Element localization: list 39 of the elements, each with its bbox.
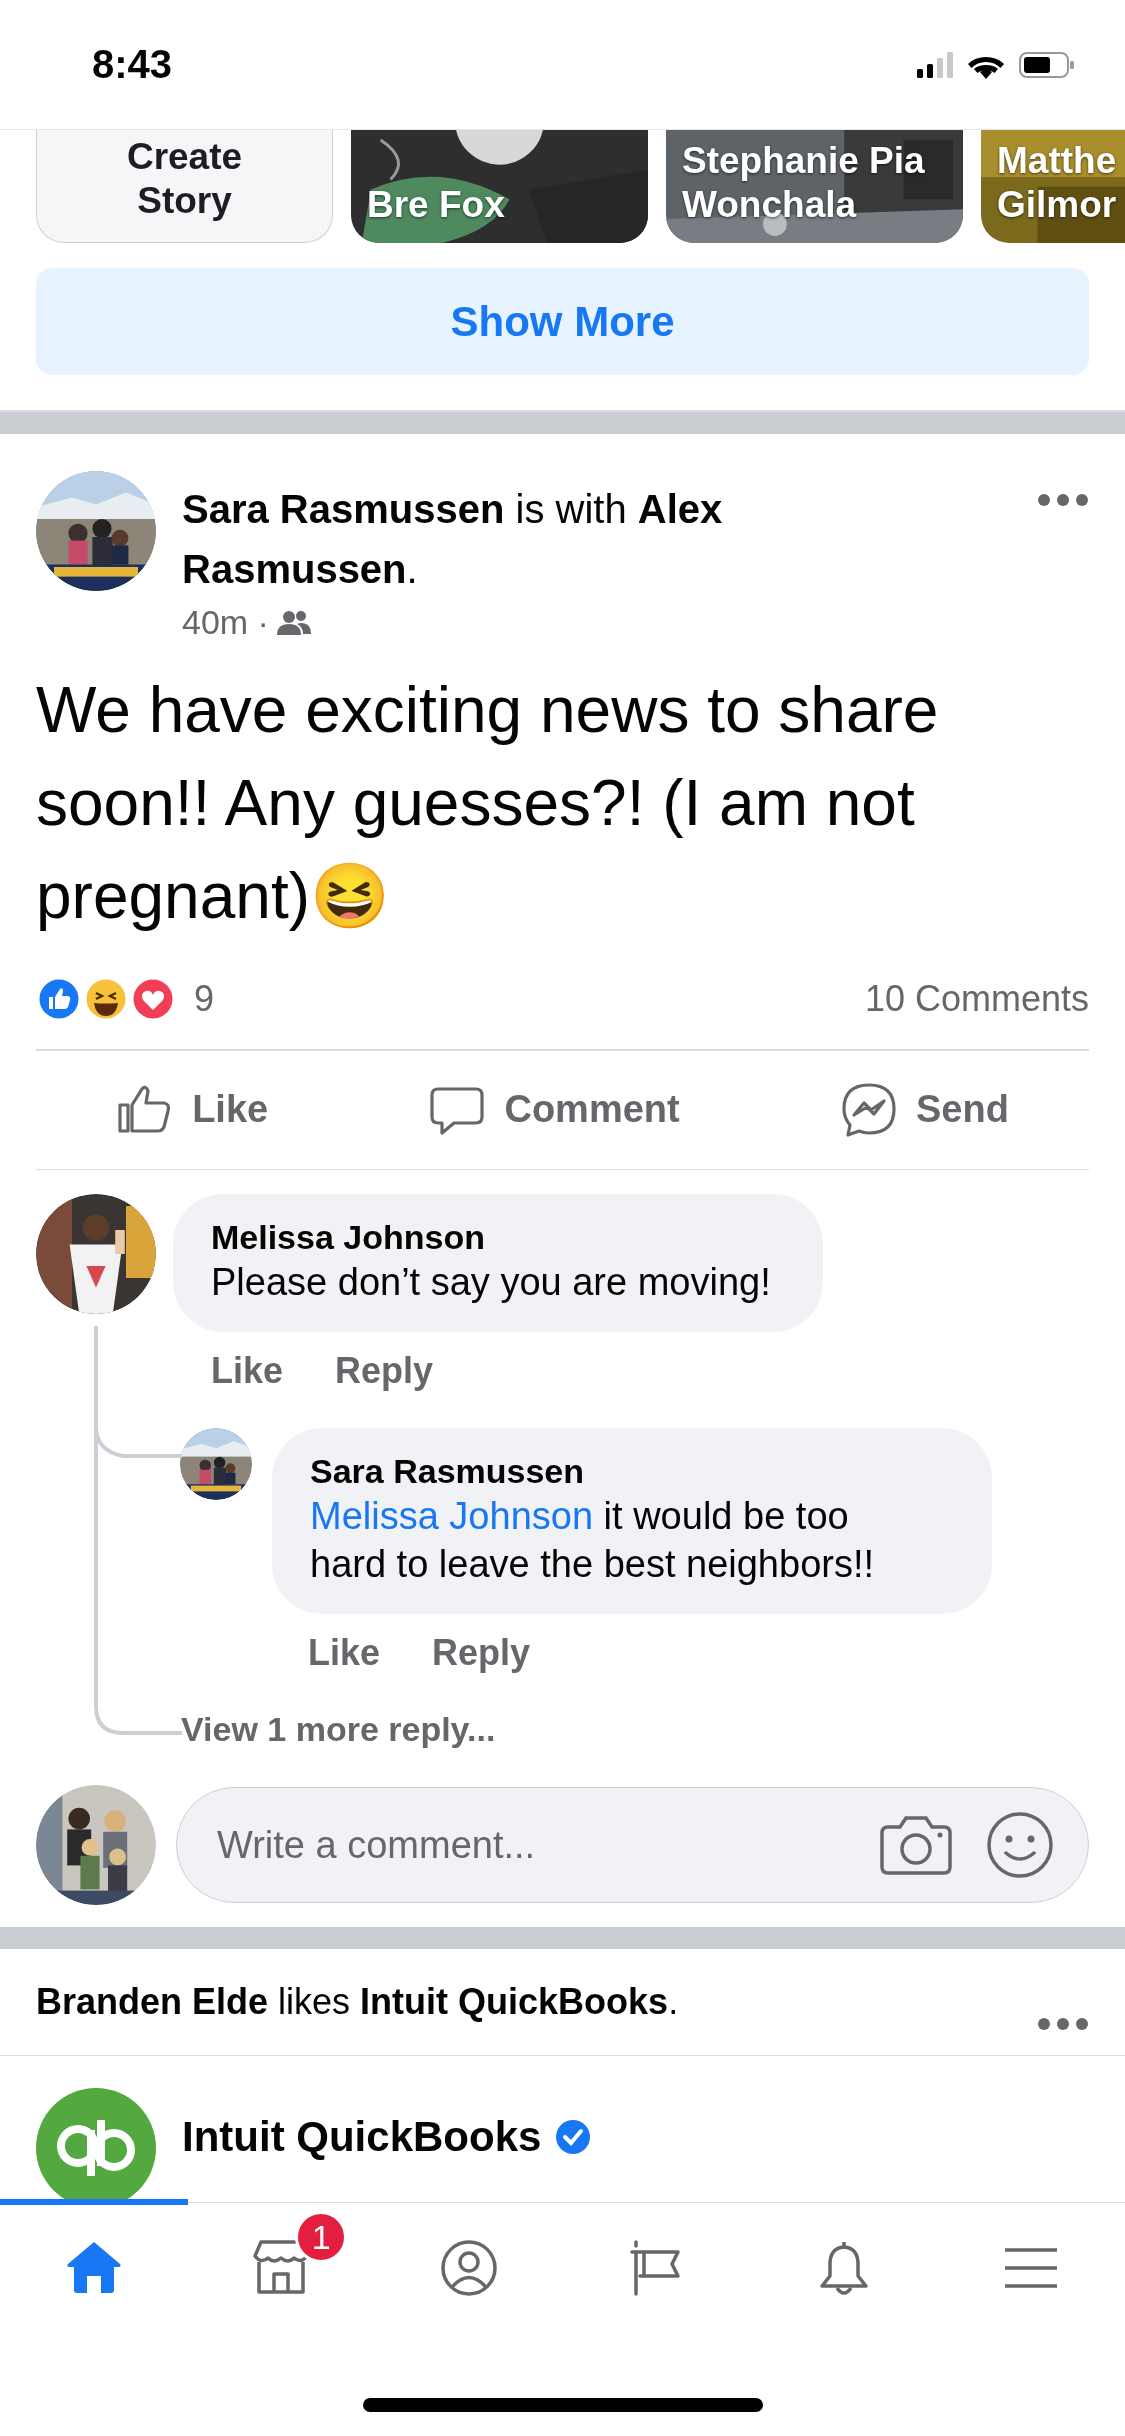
camera-icon[interactable]	[880, 1815, 952, 1875]
mention-link[interactable]: Melissa Johnson	[310, 1495, 594, 1537]
comment-box[interactable]: Write a comment...	[176, 1787, 1089, 1903]
story-card[interactable]: Matthe Gilmor	[981, 130, 1125, 243]
comment-author: Sara Rasmussen	[310, 1451, 586, 1492]
page-logo-icon	[36, 2088, 156, 2202]
post-headline: Sara Rasmussen is with Alex Rasmussen.	[182, 486, 724, 593]
comments-count[interactable]: 10 Comments	[864, 978, 1089, 1020]
comment-author: Melissa Johnson	[211, 1217, 486, 1258]
comment-button[interactable]: Comment	[428, 1080, 680, 1139]
show-more-button[interactable]: Show More	[36, 268, 1089, 375]
reaction-count: 9	[194, 978, 215, 1020]
comment-field[interactable]: Write a comment...	[215, 1822, 846, 1868]
more-options-icon[interactable]	[1037, 493, 1089, 507]
story-context-text: Branden Elde likes Intuit QuickBooks.	[36, 1981, 679, 2023]
page-name[interactable]: Intuit QuickBooks	[182, 2113, 542, 2161]
battery-icon	[1019, 51, 1075, 78]
profile-icon	[438, 2238, 499, 2298]
post-text: We have exciting news to share soon!! Any guesses?! (I am not pregnant)😆	[36, 673, 940, 934]
friends-icon	[276, 609, 311, 636]
like-link[interactable]: Like	[308, 1632, 381, 1674]
like-button[interactable]: Like	[116, 1080, 269, 1139]
smiley-icon[interactable]	[986, 1811, 1054, 1879]
reply-link[interactable]: Reply	[335, 1350, 434, 1392]
status-time: 8:43	[92, 42, 173, 87]
reply-link[interactable]: Reply	[432, 1632, 531, 1674]
like-link[interactable]: Like	[211, 1350, 284, 1392]
comment-text: Melissa Johnson it would be too hard to leave the best neighbors!!	[310, 1494, 876, 1587]
messenger-icon	[839, 1080, 898, 1139]
comment-text: Please don’t say you are moving!	[211, 1260, 771, 1305]
more-options-icon[interactable]	[1037, 2017, 1089, 2031]
post-time: 40m ·	[182, 603, 269, 642]
tab-button[interactable]: 1	[187, 2199, 375, 2331]
story-card[interactable]: Stephanie Pia Wonchala	[666, 130, 963, 243]
signal-icon	[917, 51, 953, 78]
story-card[interactable]: Bre Fox	[351, 130, 648, 243]
send-button[interactable]: Send	[839, 1080, 1009, 1139]
create-story-button[interactable]: Create Story	[36, 130, 333, 243]
view-more-replies-link[interactable]: View 1 more reply...	[181, 1710, 496, 1749]
